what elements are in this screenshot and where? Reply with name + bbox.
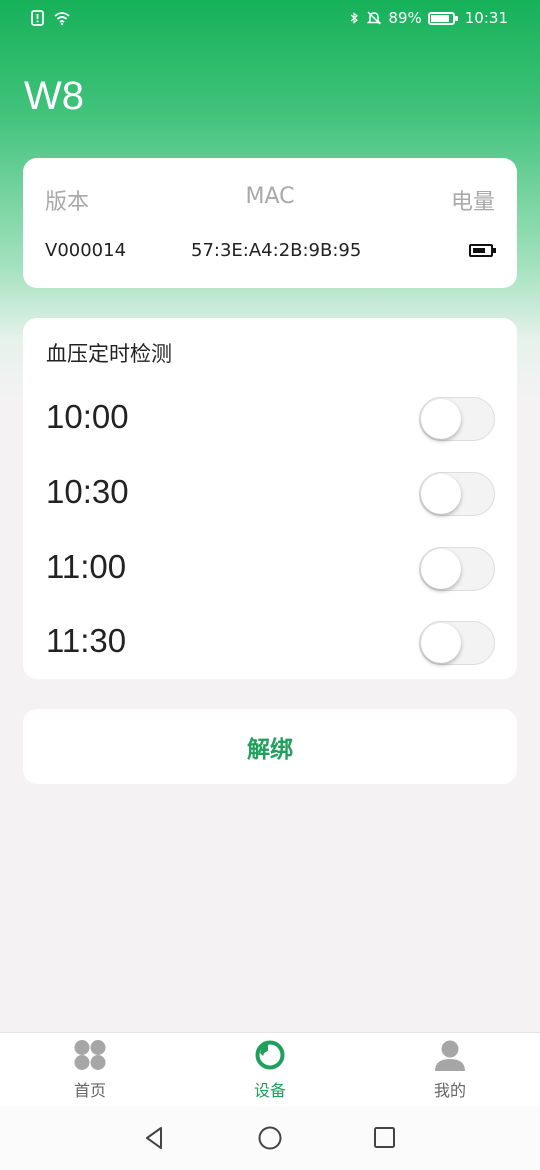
schedule-time: 11:30 xyxy=(46,622,127,659)
schedule-toggle[interactable] xyxy=(419,472,495,516)
mute-icon xyxy=(367,11,382,25)
home-circle-icon[interactable] xyxy=(256,1124,284,1152)
system-nav-bar xyxy=(0,1106,540,1170)
person-icon xyxy=(435,1040,465,1071)
home-grid-icon xyxy=(74,1040,106,1070)
schedule-row: 11:30 xyxy=(23,616,517,668)
device-info-card: 版本 MAC 电量 V000014 57:3E:A4:2B:9B:95 xyxy=(23,158,517,288)
unbind-button[interactable]: 解绑 xyxy=(23,709,517,784)
version-value: V000014 xyxy=(45,240,127,261)
alert-icon xyxy=(31,10,44,26)
device-battery-icon xyxy=(469,244,496,257)
mac-value: 57:3E:A4:2B:9B:95 xyxy=(191,240,362,261)
bp-schedule-title: 血压定时检测 xyxy=(46,342,172,366)
version-header: 版本 xyxy=(45,190,90,215)
tab-device[interactable]: 设备 xyxy=(220,1039,320,1103)
bottom-tab-bar: 首页 设备 我的 xyxy=(0,1032,540,1106)
schedule-toggle[interactable] xyxy=(419,397,495,441)
tab-device-label: 设备 xyxy=(253,1081,286,1100)
schedule-row: 10:30 xyxy=(23,467,517,519)
toggle-knob xyxy=(421,399,461,439)
back-triangle-icon[interactable] xyxy=(141,1124,169,1152)
tab-mine-label: 我的 xyxy=(433,1081,466,1100)
toggle-knob xyxy=(421,549,461,589)
schedule-time: 10:00 xyxy=(46,398,129,435)
tab-home[interactable]: 首页 xyxy=(40,1039,140,1103)
tab-home-label: 首页 xyxy=(73,1081,106,1100)
power-header: 电量 xyxy=(450,190,495,215)
toggle-knob xyxy=(421,623,461,663)
recent-square-icon[interactable] xyxy=(371,1124,399,1152)
tab-mine[interactable]: 我的 xyxy=(400,1039,500,1103)
battery-icon xyxy=(427,11,458,25)
schedule-toggle[interactable] xyxy=(419,547,495,591)
device-ring-icon xyxy=(255,1040,285,1070)
schedule-toggle[interactable] xyxy=(419,621,495,665)
mac-header: MAC xyxy=(245,184,295,209)
schedule-time: 10:30 xyxy=(46,473,129,510)
toggle-knob xyxy=(421,474,461,514)
schedule-time: 11:00 xyxy=(46,548,127,585)
bluetooth-icon xyxy=(351,12,359,24)
schedule-row: 11:00 xyxy=(23,542,517,594)
status-bar: 89% 10:31 xyxy=(0,0,540,38)
page-title: W8 xyxy=(24,74,84,118)
bp-schedule-card: 血压定时检测 10:00 10:30 11:00 11:30 xyxy=(23,318,517,679)
battery-percent: 89% xyxy=(388,9,422,27)
wifi-icon xyxy=(54,12,70,26)
clock: 10:31 xyxy=(464,9,508,27)
unbind-label: 解绑 xyxy=(247,736,293,763)
schedule-row: 10:00 xyxy=(23,392,517,444)
